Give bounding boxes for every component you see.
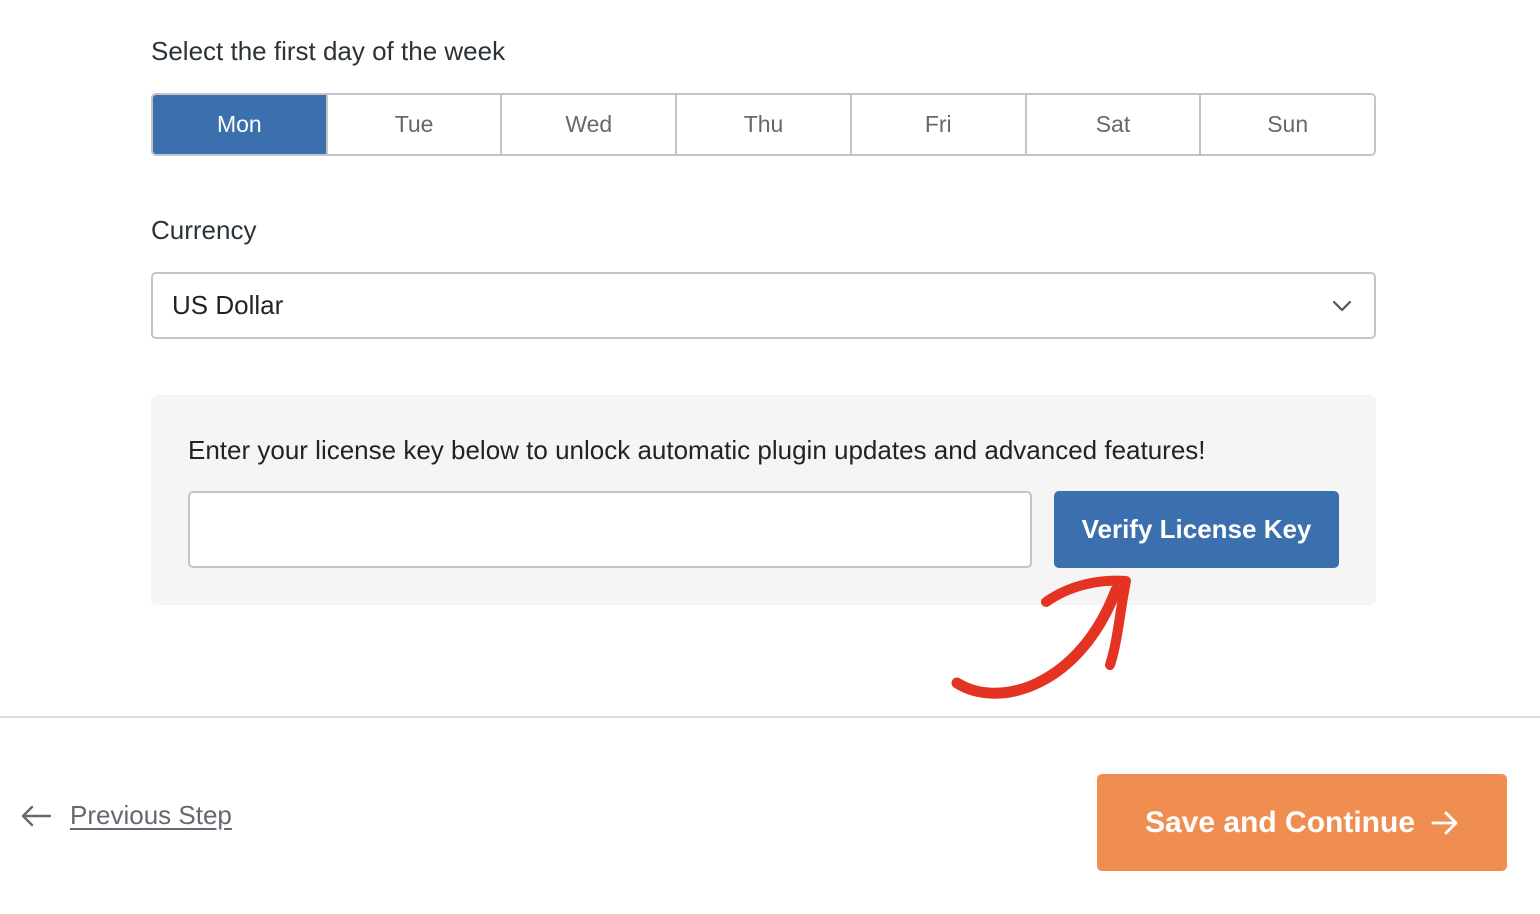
first-day-label: Select the first day of the week <box>151 36 506 66</box>
save-and-continue-button[interactable]: Save and Continue <box>1097 774 1507 871</box>
day-button-mon[interactable]: Mon <box>153 95 328 154</box>
license-key-input[interactable] <box>188 491 1032 568</box>
save-and-continue-label: Save and Continue <box>1144 805 1416 839</box>
day-button-tue[interactable]: Tue <box>327 95 503 154</box>
previous-step-link[interactable]: Previous Step <box>20 800 232 831</box>
day-button-thu[interactable]: Thu <box>677 95 852 154</box>
day-button-fri[interactable]: Fri <box>851 95 1027 154</box>
day-button-sun[interactable]: Sun <box>1201 95 1374 154</box>
previous-step-label[interactable]: Previous Step <box>70 800 232 831</box>
license-prompt: Enter your license key below to unlock a… <box>188 435 1206 465</box>
arrow-right-icon <box>1431 811 1458 834</box>
currency-label: Currency <box>151 215 257 245</box>
curved-arrow-icon <box>951 575 1131 699</box>
verify-license-button[interactable]: Verify License Key <box>1054 491 1339 568</box>
arrow-left-icon <box>21 805 52 826</box>
first-day-selector: Mon Tue Wed Thu Fri Sat Sun <box>151 93 1376 156</box>
chevron-down-icon <box>1332 300 1352 312</box>
license-panel: Enter your license key below to unlock a… <box>151 395 1376 605</box>
day-button-sat[interactable]: Sat <box>1026 95 1202 154</box>
currency-selected-value: US Dollar <box>172 290 284 320</box>
setup-wizard-page: Select the first day of the week Mon Tue… <box>0 0 1540 914</box>
footer-divider <box>0 716 1540 718</box>
day-button-wed[interactable]: Wed <box>502 95 678 154</box>
currency-select[interactable]: US Dollar <box>151 272 1376 339</box>
